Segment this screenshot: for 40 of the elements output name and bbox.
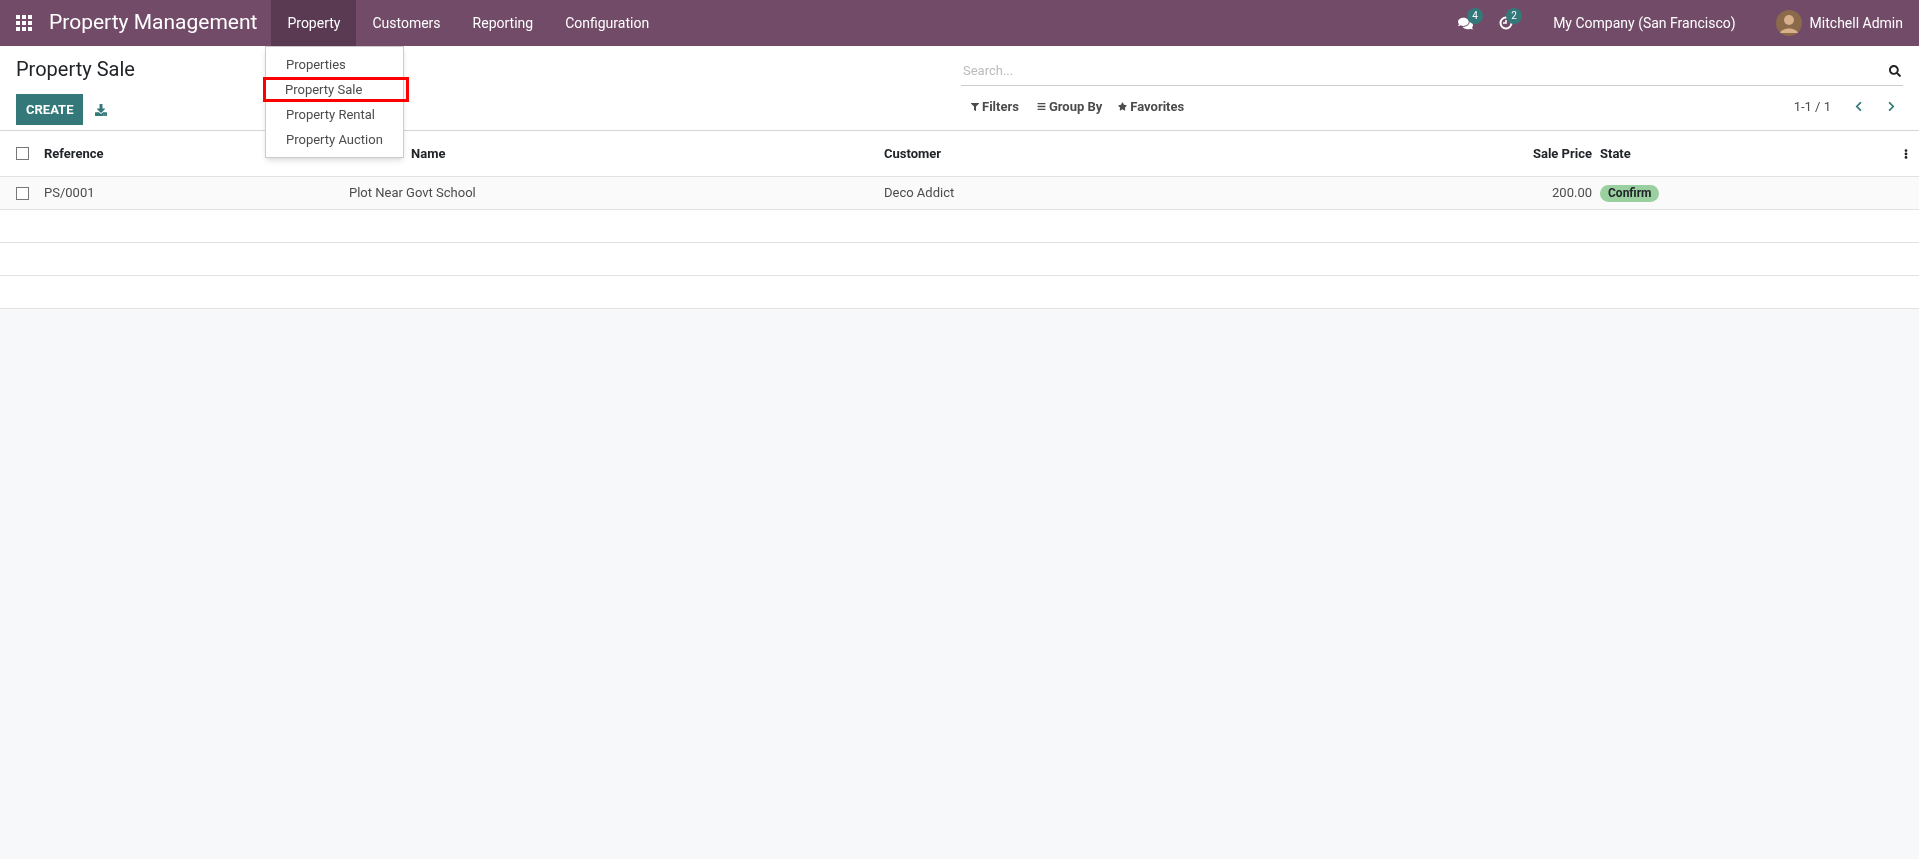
dropdown-item[interactable]: Property Rental — [266, 102, 403, 127]
filter-icon — [971, 102, 979, 111]
previous-page-icon[interactable] — [1853, 101, 1864, 113]
pager-value: 1-1 / 1 — [1793, 98, 1831, 116]
chat-icon[interactable] — [1458, 15, 1474, 31]
column-header[interactable]: Name — [411, 145, 446, 161]
page-title: Property Sale — [16, 56, 135, 82]
table-cell-text: PS/0001 — [44, 184, 96, 203]
group-by-button[interactable]: Group By — [1028, 97, 1111, 117]
next-page-icon[interactable] — [1886, 101, 1897, 113]
message-count-badge: 4 — [1467, 7, 1483, 24]
dropdown-item[interactable]: Properties — [266, 52, 403, 77]
download-icon[interactable] — [95, 103, 108, 116]
star-icon — [1118, 102, 1128, 112]
dropdown-item[interactable]: Property Sale — [263, 77, 409, 102]
table-cell-text: 200.00 — [1551, 184, 1593, 203]
app-title: Property Management — [49, 9, 258, 37]
state-badge: Confirm — [1600, 185, 1660, 203]
dropdown-item[interactable]: Property Auction — [266, 127, 403, 152]
list-icon — [1036, 102, 1046, 112]
user-menu[interactable]: Mitchell Admin — [1809, 12, 1903, 34]
menu-tab[interactable]: Property — [271, 0, 357, 46]
search-icon[interactable] — [1889, 64, 1901, 77]
activity-count-badge: 2 — [1506, 8, 1522, 24]
clock-icon[interactable] — [1499, 16, 1514, 30]
filters-button[interactable]: Filters — [961, 97, 1029, 117]
column-header[interactable]: Customer — [884, 143, 1490, 164]
create-button[interactable]: CREATE — [16, 94, 84, 125]
table-cell-text: Deco Addict — [884, 184, 956, 203]
favorites-button[interactable]: Favorites — [1110, 97, 1193, 117]
checkbox[interactable] — [16, 147, 29, 160]
table-cell-text: Plot Near Govt School — [349, 184, 477, 203]
company-switcher[interactable]: My Company (San Francisco) — [1553, 12, 1736, 34]
column-header[interactable]: Sale Price — [1490, 143, 1600, 164]
apps-menu-icon[interactable] — [16, 15, 32, 31]
checkbox[interactable] — [16, 186, 29, 200]
search-input[interactable]: Search... — [961, 60, 1889, 81]
avatar-icon[interactable] — [1775, 10, 1802, 36]
column-header[interactable]: State — [1600, 143, 1901, 164]
search-field[interactable]: Search... — [961, 56, 1903, 86]
